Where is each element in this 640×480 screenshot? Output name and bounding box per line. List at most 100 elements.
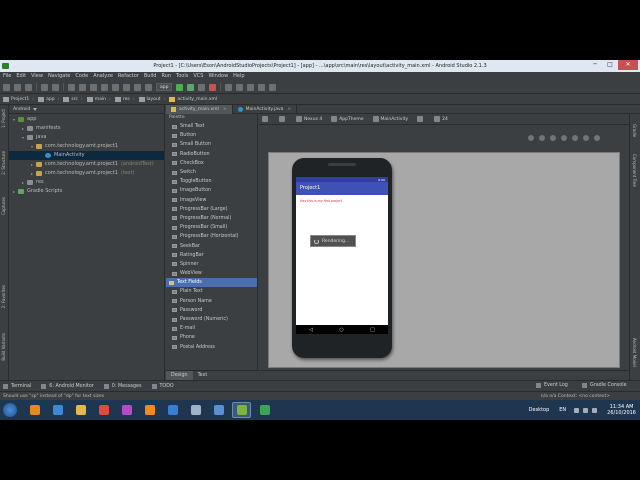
tool-tab-android-model[interactable]: Android Model [632,338,637,367]
back-icon[interactable] [123,83,130,91]
tool-tab-build-variants[interactable]: Build Variants [1,333,6,361]
breadcrumb-app[interactable]: app › [38,96,59,102]
close-tab-icon[interactable]: × [223,107,227,112]
tool-tab-project[interactable]: 1: Project [1,109,6,128]
tool-tab-component-tree[interactable]: Component Tree [632,154,637,187]
zoom-to-fit-icon[interactable] [528,135,534,141]
layout-settings-button[interactable] [262,116,270,122]
start-button[interactable] [3,403,17,417]
locale-select[interactable] [417,116,425,122]
tool-gradle-console[interactable]: Gradle Console [582,383,627,388]
android-device-monitor-icon[interactable] [247,83,255,91]
tab-main-activity-java[interactable]: MainActivity.java × [233,105,298,114]
theme-select[interactable]: AppTheme [331,116,364,122]
taskbar-app-button[interactable] [117,402,136,418]
menu-code[interactable]: Code [75,72,88,81]
find-icon[interactable] [101,83,108,91]
palette-item[interactable]: Switch [166,168,257,177]
palette-item[interactable]: SeekBar [166,241,257,250]
run-icon[interactable] [176,83,184,91]
copy-icon[interactable] [79,83,86,91]
refresh-icon[interactable] [583,135,589,141]
tree-item[interactable]: ▾ app [9,115,164,124]
taskbar-app-button[interactable] [209,402,228,418]
attach-debugger-icon[interactable] [198,83,206,91]
close-tab-icon[interactable]: × [287,107,291,112]
palette-item[interactable]: WebView [166,269,257,278]
taskbar-clock[interactable]: 11:34 AM 26/10/2016 [607,404,636,416]
tool-todo[interactable]: TODO [151,383,174,389]
device-select[interactable]: Nexus 4 [296,116,322,122]
taskbar-app-button[interactable] [94,402,113,418]
minimize-button[interactable]: ─ [588,60,602,70]
hello-textview[interactable]: Hey this is my first project [296,195,388,203]
stop-icon[interactable] [209,83,217,91]
palette-item[interactable]: CheckBox [166,159,257,168]
breadcrumb-file[interactable]: activity_main.xml [169,96,217,102]
taskbar-app-button[interactable] [71,402,90,418]
taskbar-app-button[interactable] [255,402,274,418]
tool-event-log[interactable]: Event Log [536,383,568,388]
tool-tab-favorites[interactable]: 2: Favorites [1,285,6,308]
flag-icon[interactable] [592,407,598,413]
orientation-button[interactable] [279,116,287,122]
help-icon[interactable] [269,83,277,91]
palette-item[interactable]: Person Name [166,297,257,306]
menu-window[interactable]: Window [208,72,228,81]
menu-run[interactable]: Run [161,72,171,81]
tool-messages[interactable]: 0: Messages [103,383,142,389]
undo-icon[interactable] [41,83,48,91]
menu-vcs[interactable]: VCS [193,72,203,81]
avd-manager-icon[interactable] [225,83,233,91]
palette-item[interactable]: ProgressBar (Normal) [166,214,257,223]
palette-item[interactable]: Small Button [166,140,257,149]
zoom-actual-icon[interactable] [539,135,545,141]
cut-icon[interactable] [68,83,75,91]
palette-item[interactable]: ProgressBar (Large) [166,205,257,214]
palette-item[interactable]: Postal Address [166,343,257,352]
run-configuration-select[interactable]: app [156,83,173,91]
palette-item[interactable]: Spinner [166,260,257,269]
palette-item[interactable]: RatingBar [166,251,257,260]
tree-item[interactable]: ▸ com.technology.amt.project1 (androidTest… [9,160,164,169]
network-icon[interactable] [574,407,580,413]
taskbar-app-button[interactable] [25,402,44,418]
taskbar-app-button[interactable] [232,402,251,418]
palette-group[interactable]: Text Fields [166,278,257,288]
tab-activity-main-xml[interactable]: activity_main.xml × [166,105,233,114]
device-screen[interactable]: 6:00 Project1 Hey this is my first proje… [296,177,388,334]
project-structure-icon[interactable] [258,83,266,91]
taskbar-app-button[interactable] [140,402,159,418]
volume-icon[interactable] [583,407,589,413]
redo-icon[interactable] [52,83,59,91]
tree-item[interactable]: ▸ com.technology.amt.project1 (test) [9,169,164,178]
palette-item[interactable]: ImageView [166,196,257,205]
menu-view[interactable]: View [31,72,43,81]
palette-item[interactable]: Password [166,306,257,315]
sync-icon[interactable] [25,83,32,91]
palette-item[interactable]: Plain Text [166,287,257,296]
tool-android-monitor[interactable]: 6: Android Monitor [41,383,94,389]
menu-tools[interactable]: Tools [176,72,188,81]
palette-item[interactable]: E-mail [166,324,257,333]
breadcrumb-project[interactable]: Project1 › [3,96,34,102]
menu-analyze[interactable]: Analyze [93,72,113,81]
palette-item[interactable]: Password (Numeric) [166,315,257,324]
project-view-selector[interactable]: Android [9,105,164,114]
menu-build[interactable]: Build [144,72,157,81]
breadcrumb-layout[interactable]: layout › [138,96,165,102]
tool-tab-captures[interactable]: Captures [1,197,6,215]
palette-item[interactable]: Button [166,131,257,140]
tool-tab-gradle[interactable]: Gradle [632,124,637,137]
api-level-select[interactable]: 24 [434,116,448,122]
tree-item[interactable]: ▾ java [9,133,164,142]
screenshot-icon[interactable] [572,135,578,141]
tree-item[interactable]: ▸ res [9,178,164,187]
zoom-in-icon[interactable] [550,135,556,141]
forward-icon[interactable] [134,83,141,91]
palette-item[interactable]: Phone [166,333,257,342]
breadcrumb-src[interactable]: src › [63,96,83,102]
zoom-out-icon[interactable] [561,135,567,141]
open-folder-icon[interactable] [3,83,10,91]
taskbar-app-button[interactable] [163,402,182,418]
